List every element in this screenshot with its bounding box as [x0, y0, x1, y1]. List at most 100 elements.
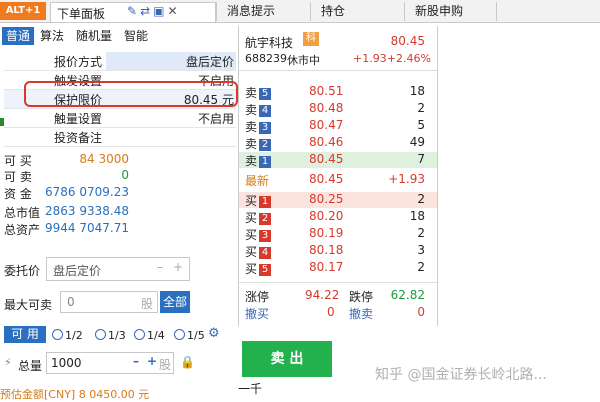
entrust-price-value: 盘后定价 — [53, 264, 102, 278]
last-change: +1.93 — [388, 172, 425, 186]
tab-order-panel[interactable]: 下单面板 ✎⇄▣✕ — [50, 2, 216, 22]
ratio-fifth[interactable]: 1/5 — [174, 329, 205, 342]
grid-row-note[interactable]: 投资备注 — [4, 128, 236, 147]
ratio-label: 1/3 — [108, 329, 126, 342]
account-value: 2863 9338.48 — [45, 204, 129, 218]
tab-divider — [496, 2, 497, 21]
watermark: 知乎 @国金证券长岭北路... — [375, 367, 547, 383]
available-button[interactable]: 可 用 — [4, 326, 46, 343]
ask-label: 卖4 — [245, 101, 272, 118]
max-sell-label: 最大可卖 — [4, 298, 53, 312]
ask-price: 80.46 — [309, 135, 344, 149]
account-value: 6786 0709.23 — [45, 185, 129, 199]
all-button[interactable]: 全部 — [160, 291, 190, 313]
grid-row-volume-trigger[interactable]: 触量设置 不启用 — [4, 109, 236, 128]
ask-row[interactable]: 卖3 80.47 5 — [239, 118, 437, 134]
entrust-price-label: 委托价 — [4, 264, 41, 278]
ratio-label: 1/2 — [65, 329, 83, 342]
subtab-algo[interactable]: 算法 — [36, 27, 68, 45]
bid-row[interactable]: 买3 80.19 2 — [239, 226, 437, 242]
subtab-smart[interactable]: 智能 — [120, 27, 152, 45]
ask-volume: 18 — [409, 84, 425, 98]
limit-up-label: 涨停 — [245, 290, 270, 304]
ratio-quarter[interactable]: 1/4 — [134, 329, 165, 342]
ratio-half[interactable]: 1/2 — [52, 329, 83, 342]
bid-row[interactable]: 买4 80.18 3 — [239, 243, 437, 259]
quantity-input[interactable]: 1000 — [51, 356, 82, 370]
ratio-third[interactable]: 1/3 — [95, 329, 126, 342]
subtab-random-qty[interactable]: 随机量 — [72, 27, 116, 45]
tab-positions-label: 持仓 — [321, 4, 346, 18]
bid-row[interactable]: 买2 80.20 18 — [239, 209, 437, 225]
lightning-icon: ⚡ — [4, 356, 12, 369]
settings-gear-icon[interactable]: ⚙ — [208, 326, 220, 341]
tab-positions[interactable]: 持仓 — [310, 2, 413, 21]
entrust-price-select[interactable]: 盘后定价 – + — [46, 257, 190, 281]
price-change: +1.93 — [353, 52, 387, 65]
account-row: 总资产 9944 7047.71 — [4, 221, 129, 237]
ratio-label: 1/5 — [187, 329, 205, 342]
board-tag: 科 — [303, 32, 319, 46]
tab-tools-icons: ✎⇄▣✕ — [127, 4, 181, 18]
grid-value: 不启用 — [197, 112, 234, 126]
bid-price: 80.25 — [309, 192, 344, 206]
tab-messages[interactable]: 消息提示 — [216, 2, 319, 21]
account-value: 0 — [121, 168, 129, 182]
tab-ipo[interactable]: 新股申购 — [404, 2, 505, 21]
refresh-icon[interactable]: ⇄ — [140, 4, 153, 18]
ask-price: 80.45 — [309, 152, 344, 166]
last-price-row: 最新 80.45 +1.93 — [239, 172, 437, 188]
ask-price: 80.51 — [309, 84, 344, 98]
subtab-normal[interactable]: 普通 — [2, 27, 35, 45]
max-sell-field: 0 股 — [60, 291, 158, 313]
ask-price: 80.47 — [309, 118, 344, 132]
stock-name: 航宇科技 — [245, 36, 294, 50]
price-change-pct: +2.46% — [386, 52, 431, 65]
account-key: 总资产 — [4, 223, 41, 237]
window-icon[interactable]: ▣ — [153, 4, 167, 18]
radio-icon — [95, 329, 106, 340]
minus-icon[interactable]: – — [157, 260, 163, 274]
close-icon[interactable]: ✕ — [167, 4, 180, 18]
max-sell-unit: 股 — [140, 297, 153, 311]
ask-row[interactable]: 卖4 80.48 2 — [239, 101, 437, 117]
cancel-buy-label[interactable]: 撤买 — [245, 305, 269, 322]
quantity-stepper[interactable]: 1000 – + 股 — [46, 352, 174, 374]
order-mode-tabs: 普通 算法 随机量 智能 — [0, 26, 236, 46]
ask-row[interactable]: 卖5 80.51 18 — [239, 84, 437, 100]
bid-price: 80.20 — [309, 209, 344, 223]
last-price: 80.45 — [309, 172, 344, 186]
sell-button[interactable]: 卖 出 — [242, 341, 332, 377]
notes-icon[interactable]: ✎ — [127, 4, 140, 18]
ask-row[interactable]: 卖1 80.45 7 — [239, 152, 437, 168]
ask-row[interactable]: 卖2 80.46 49 — [239, 135, 437, 151]
max-sell-value: 0 — [67, 295, 75, 309]
quantity-unit: 股 — [158, 358, 171, 372]
bid-row[interactable]: 买1 80.25 2 — [239, 192, 437, 208]
cancel-buy-value: 0 — [327, 305, 335, 319]
cancel-sell-value: 0 — [417, 305, 425, 319]
bid-volume: 18 — [409, 209, 425, 223]
plus-icon[interactable]: + — [173, 260, 183, 274]
account-row: 资 金 6786 0709.23 — [4, 185, 129, 201]
stock-code: 688239 — [245, 52, 287, 65]
account-value: 84 3000 — [79, 152, 129, 166]
bid-label: 买1 — [245, 192, 272, 209]
account-key: 资 金 — [4, 187, 32, 201]
quantity-minus-icon[interactable]: – — [133, 354, 139, 368]
divider — [239, 70, 437, 71]
market-status: 休市中 — [287, 54, 320, 67]
grid-row-quote-method[interactable]: 报价方式 盘后定价 — [4, 52, 236, 71]
quantity-plus-icon[interactable]: + — [147, 354, 157, 368]
grid-value: 盘后定价 — [185, 55, 234, 69]
grid-label: 报价方式 — [54, 55, 103, 69]
ask-label: 卖5 — [245, 84, 272, 101]
cancel-sell-label[interactable]: 撤卖 — [349, 305, 373, 322]
bid-label: 买5 — [245, 260, 272, 277]
bid-row[interactable]: 买5 80.17 2 — [239, 260, 437, 276]
ask-price: 80.48 — [309, 101, 344, 115]
limit-down-label: 跌停 — [349, 290, 374, 304]
account-row: 可 卖 0 — [4, 168, 129, 184]
ask-volume: 5 — [417, 118, 425, 132]
lock-icon[interactable]: 🔒 — [180, 355, 195, 369]
